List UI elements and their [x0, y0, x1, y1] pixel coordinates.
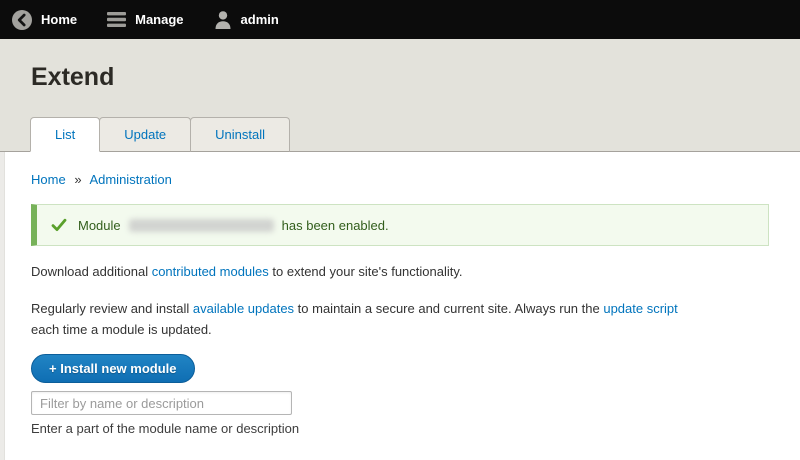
- text-segment: to extend your site's functionality.: [269, 264, 463, 279]
- text-segment: to maintain a secure and current site. A…: [294, 301, 603, 316]
- text-segment: each time a module is updated.: [31, 322, 212, 337]
- contributed-modules-link[interactable]: contributed modules: [152, 264, 269, 279]
- main-content: Home » Administration Module has been ena…: [0, 172, 800, 436]
- toolbar-home-label: Home: [41, 12, 77, 27]
- message-suffix: has been enabled.: [282, 218, 389, 233]
- admin-toolbar: Home Manage admin: [0, 0, 800, 39]
- primary-tabs: List Update Uninstall: [30, 117, 290, 152]
- back-circle-icon: [12, 10, 32, 30]
- tab-update[interactable]: Update: [99, 117, 191, 152]
- toolbar-admin-label: admin: [241, 12, 279, 27]
- breadcrumb-separator: »: [74, 172, 81, 187]
- available-updates-link[interactable]: available updates: [193, 301, 294, 316]
- message-prefix: Module: [78, 218, 121, 233]
- checkmark-icon: [51, 217, 67, 233]
- page-header: Extend List Update Uninstall: [0, 39, 800, 152]
- status-message-success: Module has been enabled.: [31, 204, 769, 246]
- toolbar-item-manage[interactable]: Manage: [92, 0, 198, 39]
- tab-list[interactable]: List: [30, 117, 100, 152]
- module-name-redacted: [129, 219, 274, 232]
- status-message-text: Module has been enabled.: [78, 218, 389, 233]
- toolbar-item-home[interactable]: Home: [10, 0, 92, 39]
- filter-hint: Enter a part of the module name or descr…: [31, 421, 769, 436]
- toolbar-manage-label: Manage: [135, 12, 183, 27]
- toolbar-item-admin[interactable]: admin: [199, 0, 294, 39]
- updates-paragraph: Regularly review and install available u…: [31, 298, 769, 340]
- breadcrumb: Home » Administration: [31, 172, 769, 187]
- page-title: Extend: [31, 63, 114, 92]
- menu-icon: [107, 12, 126, 27]
- user-icon: [214, 10, 232, 29]
- breadcrumb-home-link[interactable]: Home: [31, 172, 66, 187]
- text-segment: Regularly review and install: [31, 301, 193, 316]
- filter-field-wrap: [31, 391, 769, 415]
- text-segment: Download additional: [31, 264, 152, 279]
- breadcrumb-administration-link[interactable]: Administration: [89, 172, 171, 187]
- install-new-module-button[interactable]: + Install new module: [31, 354, 195, 383]
- intro-paragraph: Download additional contributed modules …: [31, 261, 769, 282]
- filter-input[interactable]: [31, 391, 292, 415]
- update-script-link[interactable]: update script: [603, 301, 677, 316]
- tab-uninstall[interactable]: Uninstall: [190, 117, 290, 152]
